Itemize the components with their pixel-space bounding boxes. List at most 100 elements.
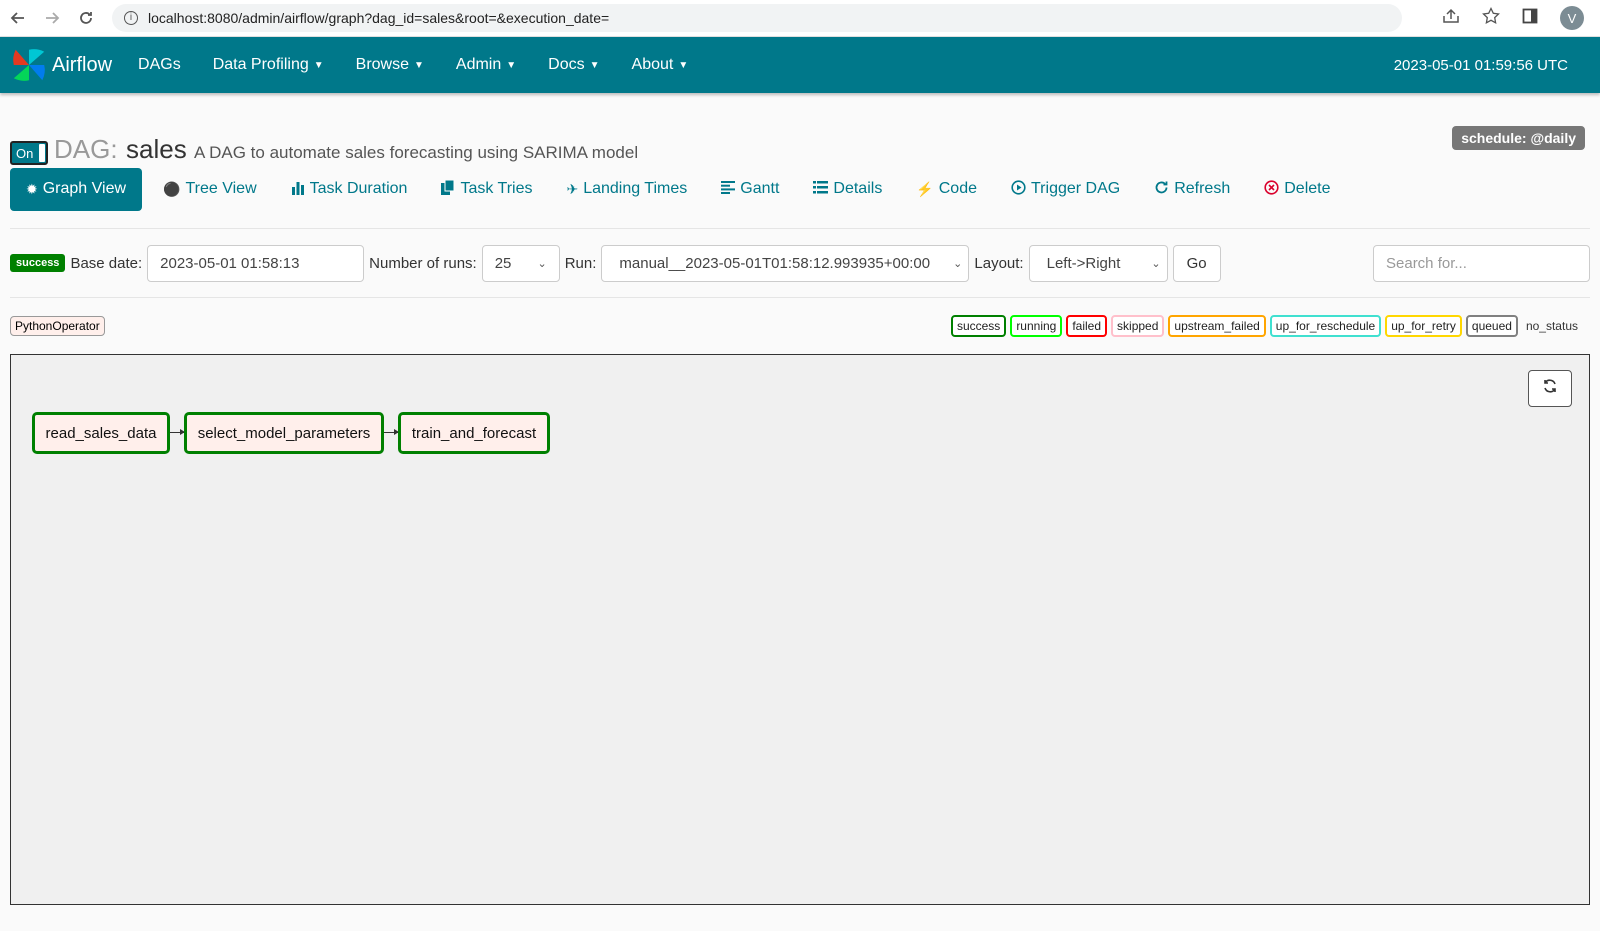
plane-icon: ✈ — [566, 180, 579, 197]
tab-label: Task Tries — [460, 180, 533, 197]
graph-refresh-button[interactable] — [1528, 370, 1572, 407]
share-icon[interactable] — [1442, 8, 1460, 29]
tab-label: Delete — [1284, 180, 1331, 197]
nav-browse[interactable]: Browse ▼ — [356, 56, 424, 74]
app-navbar: Airflow DAGs Data Profiling ▼ Browse ▼ Adm… — [0, 37, 1600, 93]
nav-data-profiling[interactable]: Data Profiling ▼ — [213, 56, 324, 74]
tab-label: Code — [938, 180, 977, 197]
dag-pause-toggle[interactable]: On — [10, 141, 48, 165]
status-badge: success — [10, 254, 66, 272]
list-icon — [813, 181, 829, 197]
tab-label: Details — [833, 180, 883, 197]
state-success[interactable]: success — [950, 315, 1007, 337]
chevron-down-icon: ▼ — [313, 59, 324, 71]
tab-label: Trigger DAG — [1031, 180, 1121, 197]
nav-about[interactable]: About ▼ — [632, 56, 689, 74]
state-running[interactable]: running — [1010, 315, 1063, 337]
task-node-train-and-forecast[interactable]: train_and_forecast — [398, 412, 550, 454]
state-queued[interactable]: queued — [1465, 315, 1518, 337]
reload-icon[interactable] — [78, 9, 94, 27]
state-skipped[interactable]: skipped — [1111, 315, 1165, 337]
tab-delete[interactable]: Delete — [1264, 180, 1330, 198]
bar-chart-icon — [291, 181, 305, 198]
run-value: manual__2023-05-01T01:58:12.993935+00:00 — [619, 254, 931, 272]
state-upstream-failed[interactable]: upstream_failed — [1168, 315, 1266, 337]
state-no-status[interactable]: no_status — [1522, 317, 1582, 335]
tab-trigger-dag[interactable]: Trigger DAG — [1011, 180, 1120, 198]
chevron-down-icon: ⌄ — [953, 257, 963, 270]
tab-task-tries[interactable]: Task Tries — [441, 179, 533, 198]
dag-name: sales — [126, 134, 187, 164]
side-panel-icon[interactable] — [1522, 8, 1538, 29]
operator-legend: PythonOperator — [10, 316, 105, 336]
dag-graph[interactable]: read_sales_data select_model_parameters … — [10, 354, 1590, 905]
go-button[interactable]: Go — [1172, 244, 1221, 282]
chevron-down-icon: ▼ — [414, 59, 424, 71]
avatar[interactable]: V — [1560, 6, 1584, 30]
chevron-down-icon: ▼ — [589, 59, 600, 71]
graph-edge — [384, 429, 399, 435]
chevron-down-icon: ▼ — [678, 59, 689, 71]
nav-dags-label: DAGs — [138, 56, 181, 73]
num-runs-select[interactable]: 25 ⌄ — [481, 244, 560, 282]
tab-code[interactable]: ⚡ Code — [916, 180, 977, 198]
nav-admin-label: Admin — [455, 56, 502, 73]
tab-landing-times[interactable]: ✈ Landing Times — [566, 180, 687, 198]
tab-label: Tree View — [185, 180, 257, 197]
dag-description: A DAG to automate sales forecasting usin… — [194, 143, 639, 162]
play-circle-icon — [1011, 180, 1026, 198]
state-up-for-reschedule[interactable]: up_for_reschedule — [1269, 315, 1382, 337]
run-label: Run: — [564, 254, 597, 272]
forward-arrow-icon[interactable] — [44, 9, 60, 27]
run-filter-form: success Base date: 2023-05-01 01:58:13 N… — [10, 229, 1590, 297]
layout-value: Left->Right — [1046, 254, 1121, 272]
address-bar[interactable]: i localhost:8080/admin/airflow/graph?dag… — [112, 4, 1402, 32]
nav-dags[interactable]: DAGs — [138, 56, 181, 74]
tab-refresh[interactable]: Refresh — [1154, 180, 1230, 198]
tab-label: Gantt — [740, 180, 780, 197]
tab-task-duration[interactable]: Task Duration — [291, 180, 407, 198]
tree-icon: ⚫ — [163, 180, 181, 197]
layout-label: Layout: — [974, 254, 1024, 272]
browser-toolbar: i localhost:8080/admin/airflow/graph?dag… — [0, 0, 1600, 37]
flash-icon: ⚡ — [916, 180, 934, 197]
search-input[interactable]: Search for... — [1373, 244, 1590, 282]
brand[interactable]: Airflow — [10, 46, 112, 84]
nav-browse-label: Browse — [355, 56, 409, 73]
dag-header: On DAG: sales A DAG to automate sales fo… — [10, 93, 1590, 167]
layout-select[interactable]: Left->Right ⌄ — [1028, 244, 1168, 282]
chevron-down-icon: ⌄ — [537, 257, 547, 270]
tab-gantt[interactable]: Gantt — [721, 180, 779, 198]
back-arrow-icon[interactable] — [10, 9, 26, 27]
refresh-icon — [1542, 378, 1558, 399]
task-node-select-model-parameters[interactable]: select_model_parameters — [184, 412, 384, 454]
star-icon[interactable] — [1482, 6, 1500, 30]
chevron-down-icon: ⌄ — [1151, 257, 1161, 270]
schedule-badge: schedule: @daily — [1452, 126, 1585, 150]
files-icon — [441, 179, 455, 198]
state-up-for-retry[interactable]: up_for_retry — [1385, 315, 1462, 337]
state-failed[interactable]: failed — [1066, 315, 1108, 337]
tab-graph-view[interactable]: ✹ Graph View — [10, 167, 143, 211]
airflow-logo-icon — [13, 49, 45, 81]
tab-label: Landing Times — [583, 180, 688, 197]
task-node-read-sales-data[interactable]: read_sales_data — [32, 412, 170, 454]
tab-details[interactable]: Details — [813, 180, 882, 198]
nav-docs-label: Docs — [548, 56, 585, 73]
base-date-input[interactable]: 2023-05-01 01:58:13 — [147, 244, 365, 282]
base-date-label: Base date: — [70, 254, 143, 272]
nav-admin[interactable]: Admin ▼ — [456, 56, 516, 74]
tab-tree-view[interactable]: ⚫ Tree View — [163, 180, 257, 198]
info-icon[interactable]: i — [124, 11, 138, 25]
nav-docs[interactable]: Docs ▼ — [548, 56, 599, 74]
num-runs-label: Number of runs: — [369, 254, 477, 272]
num-runs-value: 25 — [494, 254, 512, 272]
tab-label: Graph View — [42, 180, 127, 197]
run-select[interactable]: manual__2023-05-01T01:58:12.993935+00:00… — [601, 244, 970, 282]
nav-data-profiling-label: Data Profiling — [212, 56, 309, 73]
graph-edge — [170, 429, 185, 435]
legend-row: PythonOperator success running failed sk… — [10, 298, 1590, 354]
state-legend: success running failed skipped upstream_… — [950, 315, 1582, 337]
nav-about-label: About — [631, 56, 674, 73]
server-time: 2023-05-01 01:59:56 UTC — [1393, 56, 1568, 74]
